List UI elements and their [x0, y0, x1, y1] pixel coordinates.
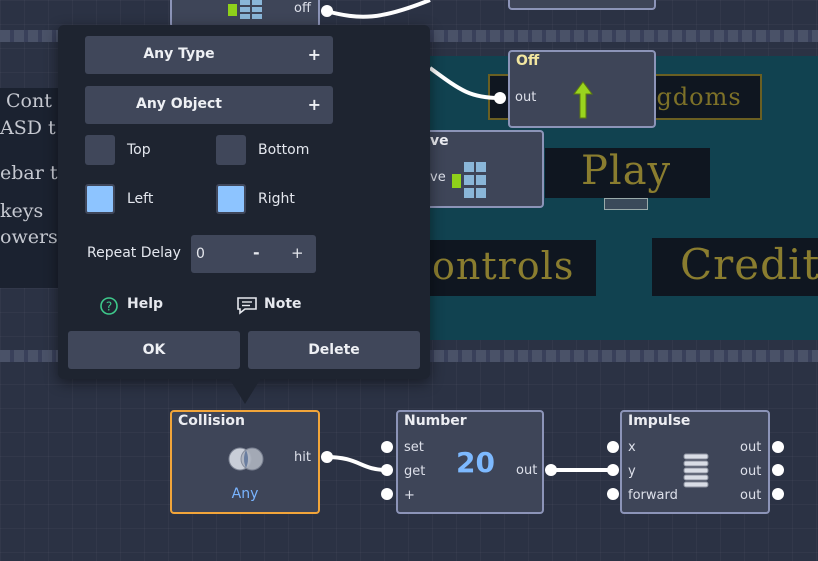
popup-pointer — [229, 378, 261, 404]
grid-icon — [252, 0, 262, 20]
node-title: Off — [516, 53, 540, 69]
port-label: y — [628, 464, 636, 479]
top-checkbox[interactable] — [85, 135, 115, 165]
vector-icon — [228, 4, 237, 16]
wire-to-off-node — [428, 66, 501, 100]
delete-button[interactable]: Delete — [248, 331, 420, 369]
out-port[interactable] — [772, 488, 784, 500]
partial-top-node-right[interactable] — [508, 0, 656, 10]
decrement-button[interactable]: - — [253, 243, 260, 262]
node-title: ve — [430, 133, 449, 149]
collision-settings-popup: Any Type + Any Object + Top Bottom Left … — [58, 25, 430, 379]
grid-icon — [464, 162, 474, 198]
grid-icon — [240, 0, 250, 20]
out-port[interactable] — [772, 441, 784, 453]
out-port[interactable] — [545, 464, 557, 476]
get-port[interactable] — [381, 464, 393, 476]
hit-port-label: hit — [294, 450, 311, 465]
object-dropdown[interactable]: Any Object + — [85, 86, 333, 124]
right-checkbox[interactable] — [216, 184, 246, 214]
off-port[interactable] — [321, 5, 333, 17]
wire-off-out — [325, 0, 431, 19]
type-dropdown-label: Any Type — [143, 46, 215, 62]
port-label: out — [516, 463, 538, 478]
repeat-delay-stepper[interactable]: 0 - + — [191, 235, 316, 273]
left-checkbox-label: Left — [127, 191, 154, 207]
port-label: out — [740, 488, 762, 503]
port-label: get — [404, 464, 426, 479]
node-title: Collision — [178, 413, 246, 429]
number-value: 20 — [456, 446, 495, 479]
help-icon: ? — [100, 297, 118, 315]
note-label: Note — [264, 296, 302, 312]
y-port[interactable] — [607, 464, 619, 476]
collision-icon — [228, 447, 264, 471]
vector-icon — [452, 174, 461, 188]
help-label: Help — [127, 296, 164, 312]
repeat-delay-value[interactable]: 0 — [196, 246, 205, 262]
impulse-node[interactable]: Impulse x y forward out out out — [620, 410, 770, 514]
left-checkbox[interactable] — [85, 184, 115, 214]
ok-button[interactable]: OK — [68, 331, 240, 369]
wire-hit-to-get — [325, 455, 388, 472]
in-port[interactable] — [494, 92, 506, 104]
port-label: set — [404, 440, 424, 455]
svg-text:?: ? — [106, 300, 112, 314]
grid-icon — [476, 162, 486, 198]
partial-top-node[interactable]: off — [170, 0, 320, 28]
plus-icon: + — [307, 45, 321, 64]
collision-node[interactable]: Collision hit Any — [170, 410, 320, 514]
repeat-delay-label: Repeat Delay — [87, 245, 181, 261]
out-port[interactable] — [772, 464, 784, 476]
port-label: + — [404, 488, 415, 503]
spring-icon — [683, 453, 709, 488]
node-title: Number — [404, 413, 467, 429]
off-node[interactable]: Off out — [508, 50, 656, 128]
forward-port[interactable] — [607, 488, 619, 500]
port-label: out — [740, 440, 762, 455]
number-node[interactable]: Number set get + 20 out — [396, 410, 544, 514]
hit-port[interactable] — [321, 451, 333, 463]
port-label: ve — [430, 170, 446, 185]
port-label: out — [740, 464, 762, 479]
port-label: forward — [628, 488, 678, 503]
off-port-label: off — [294, 1, 311, 16]
port-label: out — [515, 90, 537, 105]
object-dropdown-label: Any Object — [135, 96, 222, 112]
arrow-up-icon — [573, 81, 593, 119]
node-title: Impulse — [628, 413, 691, 429]
bottom-checkbox-label: Bottom — [258, 142, 310, 158]
right-checkbox-label: Right — [258, 191, 295, 207]
collision-filter-label: Any — [231, 486, 259, 502]
x-port[interactable] — [607, 441, 619, 453]
bottom-checkbox[interactable] — [216, 135, 246, 165]
port-label: x — [628, 440, 636, 455]
note-icon — [237, 297, 257, 315]
add-port[interactable] — [381, 488, 393, 500]
type-dropdown[interactable]: Any Type + — [85, 36, 333, 74]
top-checkbox-label: Top — [127, 142, 151, 158]
increment-button[interactable]: + — [291, 244, 304, 262]
set-port[interactable] — [381, 441, 393, 453]
plus-icon: + — [307, 95, 321, 114]
